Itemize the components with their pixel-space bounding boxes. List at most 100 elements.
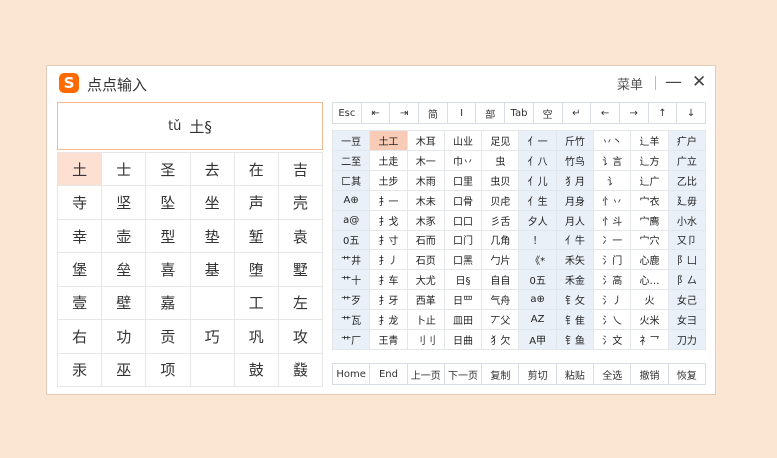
candidate-cell[interactable]: 巧 [190, 320, 235, 354]
radical-cell[interactable]: 扌车 [370, 270, 408, 291]
radical-cell[interactable]: 口里 [444, 170, 483, 191]
radical-cell[interactable]: 口口 [444, 210, 483, 231]
radical-cell[interactable]: 夕人 [519, 210, 557, 231]
radical-cell[interactable]: 火 [631, 290, 669, 311]
radical-cell[interactable]: 亻八 [519, 150, 557, 171]
radical-cell[interactable]: 丷丶 [594, 131, 632, 151]
candidate-cell[interactable]: 声 [234, 186, 279, 220]
candidate-cell[interactable]: 在 [234, 153, 279, 187]
toolbar-key[interactable]: ⇥ [390, 103, 420, 123]
candidate-cell[interactable]: 圣 [146, 153, 191, 187]
toolbar-key[interactable]: 简 [419, 103, 448, 123]
radical-cell[interactable]: 女己 [668, 290, 706, 311]
radical-cell[interactable]: 宀廌 [631, 210, 669, 231]
candidate-cell[interactable]: 功 [102, 320, 147, 354]
toolbar-key[interactable]: I [448, 103, 477, 123]
radical-cell[interactable]: 0五 [333, 230, 371, 251]
radical-cell[interactable]: 木豕 [407, 210, 445, 231]
radical-cell[interactable]: A⊕ [333, 190, 371, 211]
radical-cell[interactable]: 亻牛 [556, 230, 595, 251]
candidate-cell[interactable]: 工 [234, 286, 279, 321]
candidate-cell[interactable]: 去 [190, 153, 235, 187]
radical-cell[interactable]: 氵乀 [594, 310, 632, 331]
radical-cell[interactable]: 虫 [482, 150, 520, 171]
radical-cell[interactable]: 钅攵 [556, 290, 595, 311]
radical-cell[interactable]: 几角 [482, 230, 520, 251]
radical-cell[interactable]: 辶羊 [631, 131, 669, 151]
radical-cell[interactable]: 木未 [407, 190, 445, 211]
radical-cell[interactable]: 虫贝 [482, 170, 520, 191]
radical-cell[interactable]: 扌寸 [370, 230, 408, 251]
radical-cell[interactable]: 日曲 [444, 330, 483, 350]
candidate-cell[interactable]: 堡 [58, 253, 103, 287]
candidate-cell[interactable]: 喜 [146, 253, 191, 287]
radical-cell[interactable]: 斤竹 [556, 131, 595, 151]
close-button[interactable]: ✕ [692, 69, 706, 95]
candidate-cell[interactable]: 项 [146, 353, 191, 387]
candidate-cell[interactable]: 攻 [278, 320, 323, 354]
radical-cell[interactable]: 钅鱼 [556, 330, 595, 350]
radical-cell[interactable]: 疒户 [668, 131, 706, 151]
radical-cell[interactable]: 土工 [370, 131, 408, 151]
radical-cell[interactable]: 亻一 [519, 131, 557, 151]
radical-cell[interactable]: 氵高 [594, 270, 632, 291]
candidate-cell[interactable]: 墅 [278, 253, 323, 287]
radical-cell[interactable]: 扌丿 [370, 250, 408, 271]
radical-cell[interactable]: 木耳 [407, 131, 445, 151]
radical-cell[interactable]: 扌龙 [370, 310, 408, 331]
radical-cell[interactable]: 艹井 [333, 250, 371, 271]
action-key[interactable]: 恢复 [669, 364, 705, 384]
candidate-cell[interactable]: 壳 [278, 186, 323, 220]
candidate-cell[interactable]: 寺 [58, 186, 103, 220]
radical-cell[interactable]: 土走 [370, 150, 408, 171]
candidate-cell[interactable]: 壁 [102, 286, 147, 321]
radical-cell[interactable]: 刂刂 [407, 330, 445, 350]
toolbar-key[interactable]: ⇤ [362, 103, 391, 123]
radical-cell[interactable]: 西革 [407, 290, 445, 311]
action-key[interactable]: 复制 [482, 364, 520, 384]
radical-cell[interactable]: 王青 [370, 330, 408, 350]
radical-cell[interactable]: 月身 [556, 190, 595, 211]
radical-cell[interactable]: 彡舌 [482, 210, 520, 231]
radical-cell[interactable]: 小水 [668, 210, 706, 231]
candidate-cell[interactable]: 鼗 [278, 353, 323, 387]
radical-cell[interactable]: A甲 [519, 330, 557, 350]
radical-cell[interactable]: 气舟 [482, 290, 520, 311]
candidate-cell[interactable]: 坚 [102, 186, 147, 220]
radical-cell[interactable]: 木一 [407, 150, 445, 171]
radical-cell[interactable]: 勹片 [482, 250, 520, 271]
radical-cell[interactable]: 宀衣 [631, 190, 669, 211]
radical-cell[interactable]: 土步 [370, 170, 408, 191]
radical-cell[interactable]: 火米 [631, 310, 669, 331]
candidate-cell[interactable]: 壶 [102, 219, 147, 254]
radical-cell[interactable]: 讠 [594, 170, 632, 191]
candidate-cell[interactable]: 基 [190, 253, 235, 287]
candidate-cell[interactable]: 右 [58, 320, 103, 354]
radical-cell[interactable]: 日罒 [444, 290, 483, 311]
candidate-cell[interactable]: 嘉 [146, 286, 191, 321]
radical-cell[interactable]: 扌牙 [370, 290, 408, 311]
toolbar-key[interactable]: ↑ [649, 103, 678, 123]
radical-cell[interactable]: 廴毋 [668, 190, 706, 211]
radical-cell[interactable]: 讠言 [594, 150, 632, 171]
toolbar-key[interactable]: 空 [534, 103, 563, 123]
radical-cell[interactable]: 亻儿 [519, 170, 557, 191]
radical-cell[interactable]: 辶广 [631, 170, 669, 191]
radical-cell[interactable]: 自自 [482, 270, 520, 291]
radical-cell[interactable]: 犭欠 [482, 330, 520, 350]
action-key[interactable]: 剪切 [519, 364, 557, 384]
radical-cell[interactable]: 卜止 [407, 310, 445, 331]
radical-cell[interactable]: 氵文 [594, 330, 632, 350]
radical-cell[interactable]: 口骨 [444, 190, 483, 211]
radical-cell[interactable]: ！ [519, 230, 557, 251]
candidate-cell[interactable]: 贡 [146, 320, 191, 354]
radical-cell[interactable]: 犭月 [556, 170, 595, 191]
radical-cell[interactable]: 《* [519, 250, 557, 271]
candidate-cell[interactable]: 坠 [146, 186, 191, 220]
radical-cell[interactable]: 心… [631, 270, 669, 291]
radical-cell[interactable]: 木雨 [407, 170, 445, 191]
radical-cell[interactable]: 乙比 [668, 170, 706, 191]
radical-cell[interactable]: 冫一 [594, 230, 632, 251]
action-key[interactable]: 下一页 [445, 364, 483, 384]
radical-cell[interactable]: 氵丿 [594, 290, 632, 311]
